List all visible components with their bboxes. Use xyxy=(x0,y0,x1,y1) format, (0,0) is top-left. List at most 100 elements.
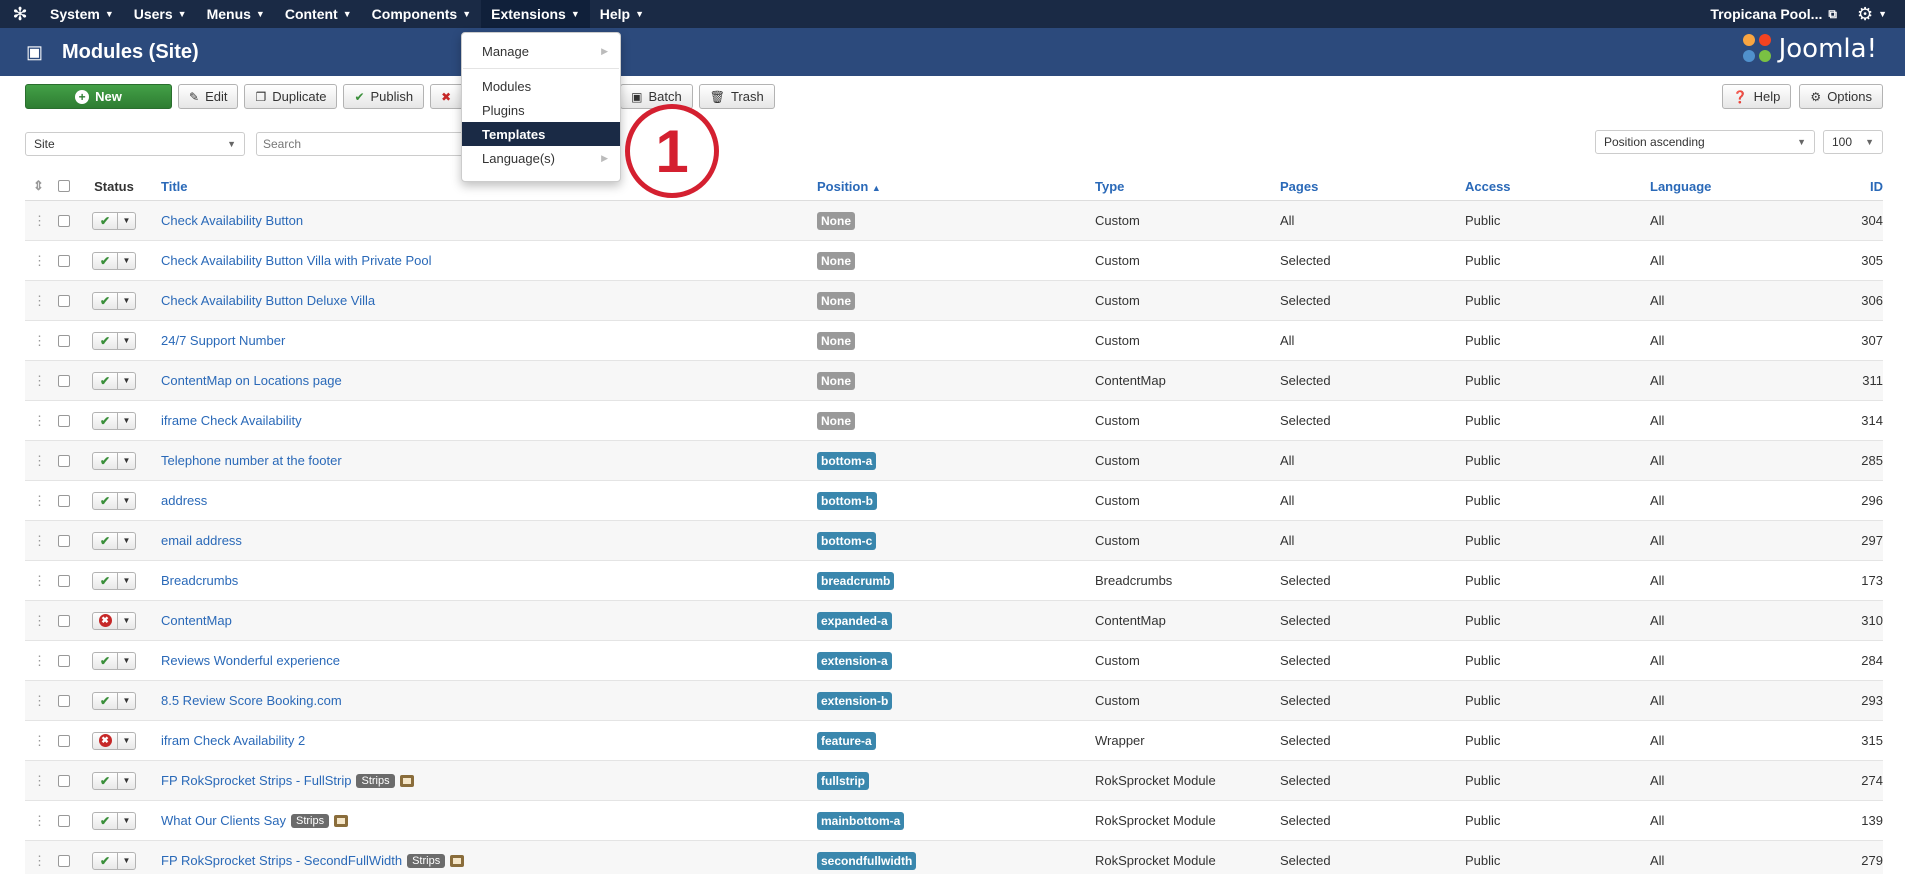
module-title-link[interactable]: Reviews Wonderful experience xyxy=(161,653,340,668)
caret-down-icon[interactable]: ▼ xyxy=(118,651,136,670)
published-check-icon[interactable]: ✔ xyxy=(92,651,118,670)
language-header[interactable]: Language xyxy=(1650,179,1835,194)
row-checkbox[interactable] xyxy=(58,774,70,787)
published-check-icon[interactable]: ✔ xyxy=(92,811,118,830)
unpublished-x-icon[interactable]: ✖ xyxy=(92,611,118,630)
module-title-link[interactable]: ifram Check Availability 2 xyxy=(161,733,305,748)
row-checkbox[interactable] xyxy=(58,814,70,827)
module-title-link[interactable]: Check Availability Button Deluxe Villa xyxy=(161,293,375,308)
search-input[interactable] xyxy=(256,132,466,156)
nav-system[interactable]: System ▼ xyxy=(40,0,124,28)
row-checkbox[interactable] xyxy=(58,534,70,547)
caret-down-icon[interactable]: ▼ xyxy=(118,531,136,550)
module-title-link[interactable]: address xyxy=(161,493,207,508)
row-checkbox[interactable] xyxy=(58,254,70,267)
row-checkbox[interactable] xyxy=(58,454,70,467)
options-button[interactable]: ⚙ Options xyxy=(1799,84,1883,109)
access-header[interactable]: Access xyxy=(1465,179,1650,194)
caret-down-icon[interactable]: ▼ xyxy=(118,731,136,750)
help-button[interactable]: ❓ Help xyxy=(1721,84,1792,109)
new-button[interactable]: + New xyxy=(25,84,172,109)
published-check-icon[interactable]: ✔ xyxy=(92,411,118,430)
module-title-link[interactable]: 24/7 Support Number xyxy=(161,333,285,348)
row-checkbox[interactable] xyxy=(58,214,70,227)
module-title-link[interactable]: Breadcrumbs xyxy=(161,573,238,588)
drag-handle-icon[interactable]: ⋮ xyxy=(25,613,49,629)
published-check-icon[interactable]: ✔ xyxy=(92,251,118,270)
row-checkbox[interactable] xyxy=(58,334,70,347)
drag-handle-icon[interactable]: ⋮ xyxy=(25,693,49,709)
module-title-link[interactable]: FP RokSprocket Strips - SecondFullWidth xyxy=(161,853,402,868)
duplicate-button[interactable]: ❐ Duplicate xyxy=(244,84,338,109)
row-checkbox[interactable] xyxy=(58,294,70,307)
position-header[interactable]: Position ▲ xyxy=(817,179,1095,194)
module-title-link[interactable]: Telephone number at the footer xyxy=(161,453,342,468)
module-title-link[interactable]: FP RokSprocket Strips - FullStrip xyxy=(161,773,351,788)
menu-item-plugins[interactable]: Plugins xyxy=(462,98,620,122)
published-check-icon[interactable]: ✔ xyxy=(92,851,118,870)
drag-handle-icon[interactable]: ⋮ xyxy=(25,293,49,309)
select-all-checkbox[interactable] xyxy=(58,180,70,192)
caret-down-icon[interactable]: ▼ xyxy=(118,291,136,310)
row-checkbox[interactable] xyxy=(58,854,70,867)
caret-down-icon[interactable]: ▼ xyxy=(118,771,136,790)
caret-down-icon[interactable]: ▼ xyxy=(118,571,136,590)
caret-down-icon[interactable]: ▼ xyxy=(118,411,136,430)
drag-handle-icon[interactable]: ⋮ xyxy=(25,653,49,669)
nav-components[interactable]: Components ▼ xyxy=(362,0,481,28)
drag-handle-icon[interactable]: ⋮ xyxy=(25,813,49,829)
caret-down-icon[interactable]: ▼ xyxy=(118,691,136,710)
drag-handle-icon[interactable]: ⋮ xyxy=(25,733,49,749)
row-checkbox[interactable] xyxy=(58,494,70,507)
drag-handle-icon[interactable]: ⋮ xyxy=(25,373,49,389)
published-check-icon[interactable]: ✔ xyxy=(92,531,118,550)
drag-handle-icon[interactable]: ⋮ xyxy=(25,573,49,589)
module-title-link[interactable]: 8.5 Review Score Booking.com xyxy=(161,693,342,708)
published-check-icon[interactable]: ✔ xyxy=(92,771,118,790)
ordering-select[interactable]: Position ascending ▼ xyxy=(1595,130,1815,154)
published-check-icon[interactable]: ✔ xyxy=(92,371,118,390)
type-header[interactable]: Type xyxy=(1095,179,1280,194)
row-checkbox[interactable] xyxy=(58,414,70,427)
row-checkbox[interactable] xyxy=(58,654,70,667)
menu-item-manage[interactable]: Manage ▶ xyxy=(462,39,620,63)
nav-menus[interactable]: Menus ▼ xyxy=(197,0,275,28)
pages-header[interactable]: Pages xyxy=(1280,179,1465,194)
published-check-icon[interactable]: ✔ xyxy=(92,451,118,470)
published-check-icon[interactable]: ✔ xyxy=(92,491,118,510)
row-checkbox[interactable] xyxy=(58,614,70,627)
menu-item-languages[interactable]: Language(s) ▶ xyxy=(462,146,620,170)
drag-handle-icon[interactable]: ⋮ xyxy=(25,533,49,549)
id-header[interactable]: ID xyxy=(1835,179,1883,194)
module-title-link[interactable]: ContentMap on Locations page xyxy=(161,373,342,388)
row-checkbox[interactable] xyxy=(58,374,70,387)
caret-down-icon[interactable]: ▼ xyxy=(118,611,136,630)
published-check-icon[interactable]: ✔ xyxy=(92,691,118,710)
trash-button[interactable]: 🗑 Trash xyxy=(698,84,775,109)
nav-help[interactable]: Help ▼ xyxy=(590,0,654,28)
drag-handle-icon[interactable]: ⋮ xyxy=(25,333,49,349)
published-check-icon[interactable]: ✔ xyxy=(92,331,118,350)
module-title-link[interactable]: email address xyxy=(161,533,242,548)
publish-button[interactable]: ✔ Publish xyxy=(343,84,425,109)
nav-users[interactable]: Users ▼ xyxy=(124,0,197,28)
limit-select[interactable]: 100 ▼ xyxy=(1823,130,1883,154)
caret-down-icon[interactable]: ▼ xyxy=(118,371,136,390)
module-title-link[interactable]: ContentMap xyxy=(161,613,232,628)
caret-down-icon[interactable]: ▼ xyxy=(118,491,136,510)
drag-handle-icon[interactable]: ⋮ xyxy=(25,493,49,509)
unpublished-x-icon[interactable]: ✖ xyxy=(92,731,118,750)
row-checkbox[interactable] xyxy=(58,574,70,587)
drag-handle-icon[interactable]: ⋮ xyxy=(25,453,49,469)
caret-down-icon[interactable]: ▼ xyxy=(118,811,136,830)
nav-extensions[interactable]: Extensions ▼ xyxy=(481,0,590,28)
caret-down-icon[interactable]: ▼ xyxy=(118,451,136,470)
menu-item-templates[interactable]: Templates xyxy=(462,122,620,146)
caret-down-icon[interactable]: ▼ xyxy=(118,211,136,230)
site-link[interactable]: Tropicana Pool... ⧉ xyxy=(1696,6,1851,22)
drag-handle-icon[interactable]: ⋮ xyxy=(25,773,49,789)
status-header[interactable]: Status xyxy=(79,179,149,194)
drag-handle-icon[interactable]: ⋮ xyxy=(25,253,49,269)
drag-handle-icon[interactable]: ⋮ xyxy=(25,213,49,229)
joomla-logo-icon[interactable]: ✻ xyxy=(0,0,40,28)
